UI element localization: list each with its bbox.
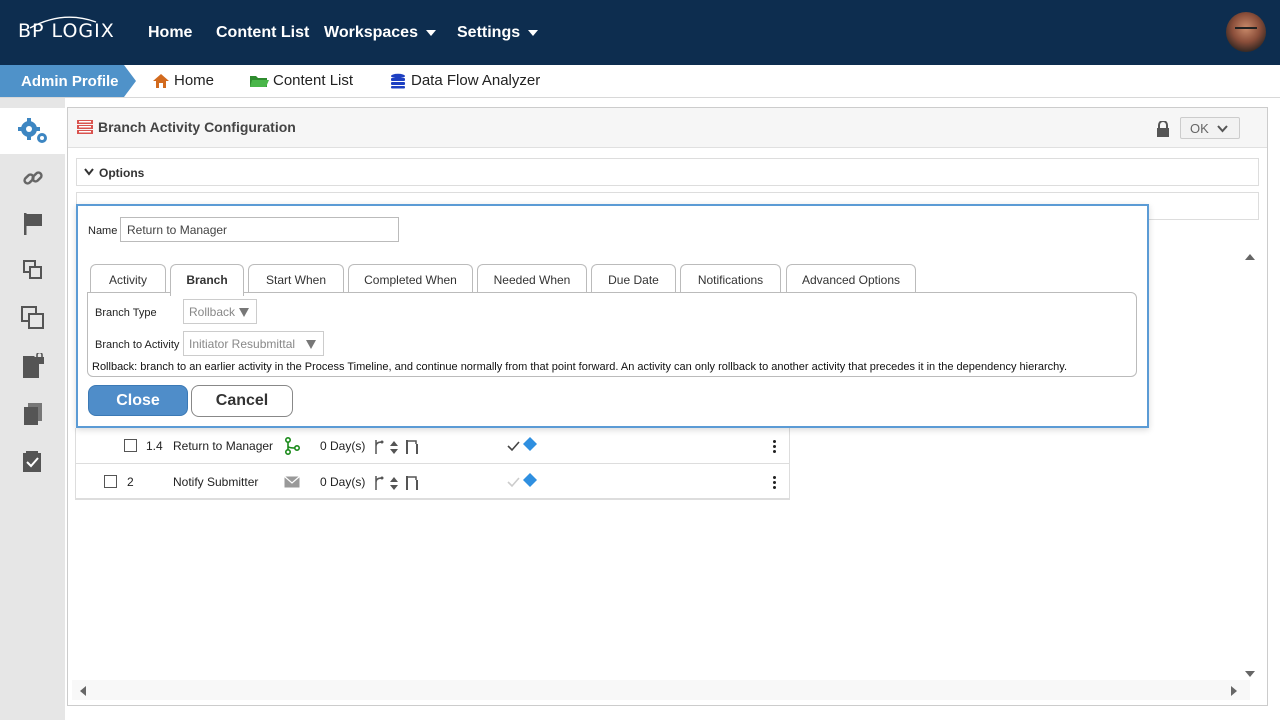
branch-type-label: Branch Type	[95, 307, 157, 319]
nav-content-list[interactable]: Content List	[216, 24, 309, 42]
cancel-button[interactable]: Cancel	[191, 385, 293, 417]
table-row[interactable]: 1.4 Return to Manager 0 Day(s)	[76, 428, 789, 463]
close-button[interactable]: Close	[88, 385, 188, 416]
envelope-icon	[284, 476, 300, 488]
scroll-up-icon[interactable]	[1245, 254, 1255, 260]
options-label: Options	[99, 166, 145, 180]
row-days: 0 Day(s)	[320, 439, 366, 453]
sidebar-item-forms[interactable]	[0, 247, 65, 293]
breadcrumb-content-list[interactable]: Content List	[249, 72, 353, 89]
logo-swoosh-icon	[29, 16, 97, 29]
bplogix-logo[interactable]: BP LOGIX	[18, 16, 115, 42]
branch-icon	[285, 437, 300, 455]
branch-to-activity-label: Branch to Activity	[95, 339, 180, 351]
tab-due-date[interactable]: Due Date	[591, 264, 676, 294]
sidebar-item-flags[interactable]	[0, 201, 65, 247]
chevron-down-icon	[1217, 125, 1228, 133]
breadcrumb-home-label: Home	[174, 72, 215, 89]
checklist-icon	[22, 451, 41, 472]
sidebar-item-links[interactable]	[0, 155, 65, 201]
copy-icon	[20, 306, 44, 329]
nav-workspaces[interactable]: Workspaces	[324, 24, 436, 42]
row-name: Notify Submitter	[173, 475, 259, 489]
name-field[interactable]	[120, 217, 399, 242]
activity-table: 1.4 Return to Manager 0 Day(s) 2 Notify …	[75, 428, 790, 500]
dropdown-arrow-icon	[239, 308, 249, 317]
breadcrumb: Admin Profile Home Content List Data Flo…	[0, 65, 1280, 98]
breadcrumb-content-list-label: Content List	[273, 72, 354, 89]
tab-completed-when[interactable]: Completed When	[348, 264, 473, 294]
status-icons	[507, 437, 537, 452]
breadcrumb-data-flow-analyzer[interactable]: Data Flow Analyzer	[389, 72, 540, 89]
breadcrumb-home[interactable]: Home	[152, 72, 214, 89]
branch-tab-panel: Branch Type Rollback Branch to Activity …	[87, 292, 1137, 377]
row-menu-icon[interactable]	[773, 476, 777, 490]
row-number: 1.4	[146, 439, 163, 453]
dropdown-arrow-icon	[306, 340, 316, 349]
options-section[interactable]: Options	[76, 158, 1259, 186]
chevron-down-icon	[528, 29, 539, 36]
nav-settings-label: Settings	[457, 24, 521, 41]
branch-config-dialog: Name Activity Branch Start When Complete…	[76, 204, 1149, 428]
scroll-left-icon[interactable]	[80, 686, 86, 696]
panel-header: Branch Activity Configuration OK	[68, 108, 1267, 148]
left-sidebar	[0, 98, 65, 720]
top-navbar: BP LOGIX Home Content List Workspaces Se…	[0, 0, 1280, 65]
branch-type-value: Rollback	[189, 305, 236, 319]
panel-title: Branch Activity Configuration	[98, 119, 296, 135]
nav-settings[interactable]: Settings	[457, 24, 539, 42]
copy-small-icon	[22, 260, 42, 279]
row-days: 0 Day(s)	[320, 475, 366, 489]
status-icons	[507, 473, 537, 488]
tab-start-when[interactable]: Start When	[248, 264, 344, 294]
chevron-down-icon	[84, 168, 94, 176]
dependency-icons[interactable]	[372, 438, 422, 456]
row-number: 2	[127, 475, 134, 489]
branch-to-activity-select[interactable]: Initiator Resubmittal	[183, 331, 324, 356]
home-icon	[153, 73, 169, 88]
tab-needed-when[interactable]: Needed When	[477, 264, 587, 294]
link-icon	[22, 171, 43, 185]
admin-profile-tab[interactable]: Admin Profile	[0, 65, 136, 97]
tab-activity[interactable]: Activity	[90, 264, 166, 294]
gears-icon	[17, 118, 47, 143]
sidebar-item-documents[interactable]	[0, 391, 65, 437]
nav-home[interactable]: Home	[148, 24, 192, 42]
scroll-right-icon[interactable]	[1231, 686, 1237, 696]
chevron-down-icon	[425, 29, 436, 36]
row-menu-icon[interactable]	[773, 440, 777, 454]
sidebar-item-workflows[interactable]	[0, 295, 65, 341]
documents-icon	[23, 403, 42, 425]
branch-config-icon	[77, 120, 93, 134]
branch-to-activity-value: Initiator Resubmittal	[189, 337, 296, 351]
nav-workspaces-label: Workspaces	[324, 24, 418, 41]
branch-type-select[interactable]: Rollback	[183, 299, 257, 324]
scroll-down-icon[interactable]	[1245, 671, 1255, 677]
database-icon	[391, 73, 405, 88]
lock-icon[interactable]	[1156, 121, 1170, 137]
name-label: Name	[88, 225, 118, 237]
tab-advanced-options[interactable]: Advanced Options	[786, 264, 916, 294]
folder-icon	[250, 75, 269, 87]
sidebar-item-locked-docs[interactable]	[0, 343, 65, 389]
breadcrumb-data-flow-analyzer-label: Data Flow Analyzer	[411, 72, 541, 89]
row-checkbox[interactable]	[104, 475, 117, 488]
ok-button-label: OK	[1190, 121, 1209, 136]
row-checkbox[interactable]	[124, 439, 137, 452]
tab-branch[interactable]: Branch	[170, 264, 244, 296]
dependency-icons[interactable]	[372, 474, 422, 492]
branch-help-text: Rollback: branch to an earlier activity …	[92, 361, 1068, 373]
sidebar-item-tasks[interactable]	[0, 439, 65, 485]
row-name: Return to Manager	[173, 439, 274, 453]
sidebar-item-settings[interactable]	[0, 108, 65, 154]
flag-icon	[23, 213, 42, 235]
locked-doc-icon	[22, 353, 44, 378]
avatar[interactable]	[1226, 12, 1266, 52]
horizontal-scrollbar[interactable]	[72, 680, 1250, 700]
tab-notifications[interactable]: Notifications	[680, 264, 781, 294]
table-row[interactable]: 2 Notify Submitter 0 Day(s)	[76, 463, 789, 498]
ok-button[interactable]: OK	[1180, 117, 1240, 139]
